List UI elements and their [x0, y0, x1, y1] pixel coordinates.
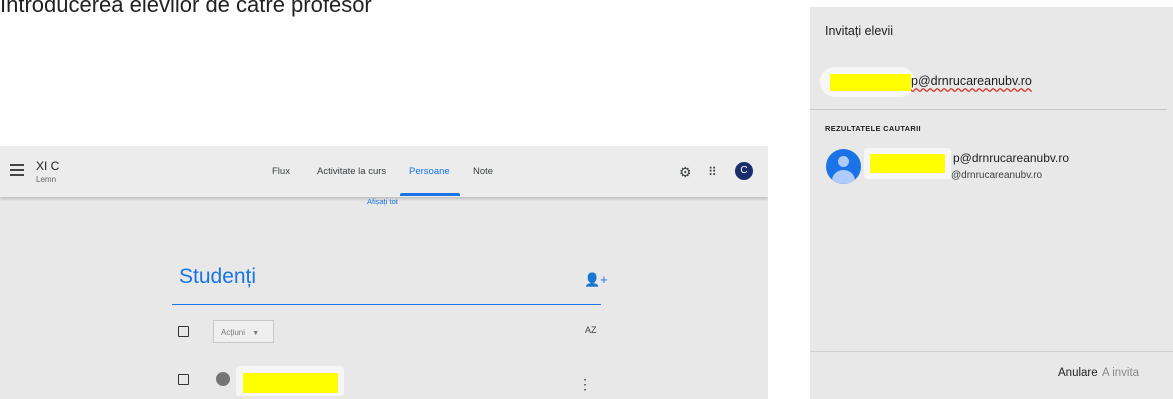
invite-dialog: Invitați elevii p@drnrucareanubv.ro REZU… [810, 7, 1173, 399]
active-tab-indicator [400, 193, 460, 196]
person-avatar-icon [826, 149, 861, 184]
actions-dropdown-label: Acțiuni [221, 328, 246, 337]
email-input-text: p@drnrucareanubv.ro [911, 74, 1032, 88]
student-avatar [216, 372, 230, 386]
dialog-divider [810, 109, 1167, 110]
show-all-link[interactable]: Afișați tot [367, 197, 398, 206]
hamburger-menu-icon[interactable] [10, 164, 24, 176]
search-result-name-redaction [870, 154, 945, 173]
classroom-header: XI C Lemn Flux Activitate la curs Persoa… [0, 146, 768, 197]
classroom-screenshot: XI C Lemn Flux Activitate la curs Persoa… [0, 146, 768, 399]
tab-note[interactable]: Note [473, 166, 493, 177]
page-caption: Introducerea elevilor de către profesor [0, 0, 372, 17]
search-results-label: REZULTATELE CAUTARII [825, 124, 921, 133]
invite-button[interactable]: A invita [1102, 367, 1139, 379]
search-result-email[interactable]: p@drnrucareanubv.ro [953, 151, 1069, 165]
actions-dropdown[interactable]: Acțiuni ▼ [213, 320, 274, 343]
chevron-down-icon: ▼ [252, 330, 260, 337]
class-name[interactable]: XI C [36, 159, 59, 173]
add-student-icon[interactable]: 👤+ [584, 272, 608, 288]
students-section-title: Studenți [179, 265, 257, 288]
email-chip-redaction [830, 74, 911, 91]
account-avatar[interactable]: C [735, 162, 753, 180]
search-result-email-secondary: @drnrucareanubv.ro [951, 170, 1043, 181]
student-name-redaction [243, 373, 338, 393]
dialog-title: Invitați elevii [825, 24, 894, 38]
apps-grid-icon[interactable]: ⠿ [708, 165, 717, 179]
student-row-checkbox[interactable] [178, 374, 189, 385]
class-subtitle: Lemn [36, 175, 57, 184]
email-input-value[interactable]: p@drnrucareanubv.ro [911, 74, 1032, 88]
tab-activitate-la-curs[interactable]: Activitate la curs [317, 166, 386, 177]
select-all-checkbox[interactable] [178, 326, 189, 337]
cancel-button[interactable]: Anulare [1058, 367, 1098, 379]
students-divider [172, 304, 601, 305]
more-options-icon[interactable]: ⋮ [578, 376, 592, 393]
sort-az-icon[interactable]: AZ [585, 325, 597, 335]
dialog-footer-divider [810, 351, 1173, 352]
tab-persoane[interactable]: Persoane [409, 166, 450, 177]
tab-flux[interactable]: Flux [272, 166, 290, 177]
gear-icon[interactable]: ⚙ [679, 164, 692, 181]
